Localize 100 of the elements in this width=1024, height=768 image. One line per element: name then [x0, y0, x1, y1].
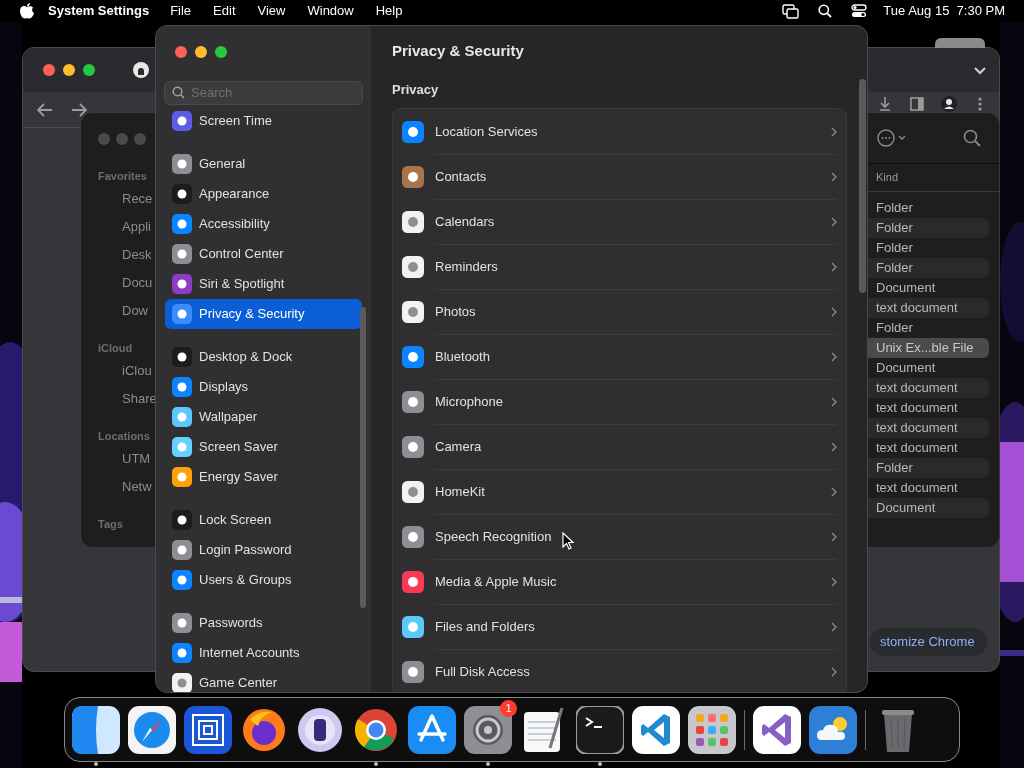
sidebar-item[interactable]: Passwords: [165, 608, 362, 638]
terminal-icon[interactable]: [576, 705, 624, 754]
sidebar-item[interactable]: Siri & Spotlight: [165, 269, 362, 299]
chevron-icon: [831, 216, 837, 227]
profile-icon[interactable]: [941, 96, 957, 112]
file-row[interactable]: Folder: [867, 458, 989, 478]
settings-row[interactable]: Contacts: [393, 154, 846, 199]
sidebar-item[interactable]: Docu: [122, 269, 156, 297]
file-row[interactable]: Unix Ex...ble File: [867, 338, 989, 358]
file-row[interactable]: text document: [867, 418, 989, 438]
search-icon: [172, 86, 185, 99]
column-header[interactable]: Kind: [876, 169, 899, 186]
file-row[interactable]: text document: [867, 298, 989, 318]
settings-row[interactable]: Reminders: [393, 244, 846, 289]
chevron-icon: [831, 171, 837, 182]
concentric-squares-icon[interactable]: [184, 705, 232, 754]
file-row[interactable]: Folder: [867, 238, 989, 258]
file-row[interactable]: Document: [867, 498, 989, 518]
sidebar-item[interactable]: Appli: [122, 213, 156, 241]
sidebar-item[interactable]: iClou: [122, 357, 156, 385]
chevron-icon: [831, 126, 837, 137]
settings-row[interactable]: Location Services: [393, 109, 846, 154]
more-icon[interactable]: [978, 97, 982, 111]
menu-item[interactable]: File: [170, 1, 192, 21]
chevron-icon: [831, 666, 837, 677]
close-button[interactable]: [43, 64, 55, 76]
back-arrow-icon[interactable]: [37, 102, 53, 117]
scrollbar[interactable]: [360, 307, 366, 608]
cloud-icon[interactable]: [809, 705, 857, 754]
chevron-icon: [831, 351, 837, 362]
settings-row[interactable]: Media & Apple Music: [393, 559, 846, 604]
menu-item[interactable]: Help: [375, 1, 403, 21]
sidebar-item[interactable]: Share: [122, 385, 156, 413]
zoom-button[interactable]: [215, 46, 227, 58]
menu-item[interactable]: Window: [307, 1, 354, 21]
file-row[interactable]: text document: [867, 478, 989, 498]
settings-row[interactable]: Bluetooth: [393, 334, 846, 379]
triangle-lines-icon[interactable]: [408, 705, 456, 754]
sidebar-item[interactable]: Rece: [122, 185, 156, 213]
settings-row[interactable]: Files and Folders: [393, 604, 846, 649]
side-panel-icon[interactable]: [910, 97, 924, 111]
page-title: Privacy & Security: [392, 41, 525, 61]
file-row[interactable]: Document: [867, 278, 989, 298]
sidebar-item[interactable]: Appearance: [165, 179, 362, 209]
file-row[interactable]: Folder: [867, 258, 989, 278]
grid-icon[interactable]: [688, 705, 736, 754]
ribbon-icon[interactable]: [753, 705, 801, 754]
settings-row[interactable]: Calendars: [393, 199, 846, 244]
settings-row[interactable]: Photos: [393, 289, 846, 334]
settings-row[interactable]: Camera: [393, 424, 846, 469]
file-row[interactable]: text document: [867, 378, 989, 398]
chevron-down-icon[interactable]: [974, 67, 986, 75]
gear-icon[interactable]: [464, 705, 512, 754]
toggles-icon[interactable]: [851, 4, 868, 18]
zoom-button[interactable]: [83, 64, 95, 76]
windows-icon[interactable]: [782, 3, 800, 19]
sidebar-item[interactable]: Control Center: [165, 239, 362, 269]
search-icon[interactable]: [818, 4, 833, 18]
file-row[interactable]: Folder: [867, 198, 989, 218]
menu-item[interactable]: Edit: [213, 1, 236, 21]
chevron-icon: [831, 306, 837, 317]
file-row[interactable]: text document: [867, 398, 989, 418]
apple-icon[interactable]: [20, 3, 34, 19]
download-icon[interactable]: [879, 97, 891, 111]
scrollbar[interactable]: [859, 79, 866, 293]
file-row[interactable]: Folder: [867, 218, 989, 238]
chevron-icon: [831, 396, 837, 407]
sidebar-heading: iCloud: [98, 341, 134, 356]
file-row[interactable]: Document: [867, 358, 989, 378]
ellipsis-circle-icon[interactable]: [877, 129, 907, 147]
app-menu[interactable]: System Settings: [48, 1, 150, 21]
file-row[interactable]: Folder: [867, 318, 989, 338]
settings-row[interactable]: Microphone: [393, 379, 846, 424]
split-tile-icon[interactable]: [72, 705, 120, 754]
settings-row[interactable]: Full Disk Access: [393, 649, 846, 692]
compass-icon[interactable]: [128, 705, 176, 754]
sidebar-item[interactable]: Desk: [122, 241, 156, 269]
settings-row[interactable]: HomeKit: [393, 469, 846, 514]
customize-chrome-button[interactable]: stomize Chrome: [870, 628, 987, 656]
pointer-icon: [562, 532, 574, 550]
clock[interactable]: Tue Aug 15 7:30 PM: [883, 1, 1005, 21]
ribbon-icon[interactable]: [632, 705, 680, 754]
sidebar-item[interactable]: Screen Time: [165, 106, 362, 136]
sidebar-item[interactable]: Dow: [122, 297, 156, 325]
menu-item[interactable]: View: [257, 1, 286, 21]
minimize-button[interactable]: [195, 46, 207, 58]
sidebar-item[interactable]: Internet Accounts: [165, 638, 362, 668]
sidebar-item[interactable]: Netw: [122, 473, 156, 501]
sidebar-item[interactable]: Accessibility: [165, 209, 362, 239]
sidebar-item[interactable]: General: [165, 149, 362, 179]
sidebar-heading: Locations: [98, 429, 151, 444]
close-button[interactable]: [175, 46, 187, 58]
file-row[interactable]: text document: [867, 438, 989, 458]
forward-arrow-icon[interactable]: [71, 102, 87, 117]
chevron-icon: [831, 486, 837, 497]
sidebar-item[interactable]: UTM: [122, 445, 156, 473]
section-heading: Privacy: [392, 81, 440, 99]
sidebar-item[interactable]: Privacy & Security: [165, 299, 362, 329]
minimize-button[interactable]: [63, 64, 75, 76]
chevron-icon: [831, 621, 837, 632]
